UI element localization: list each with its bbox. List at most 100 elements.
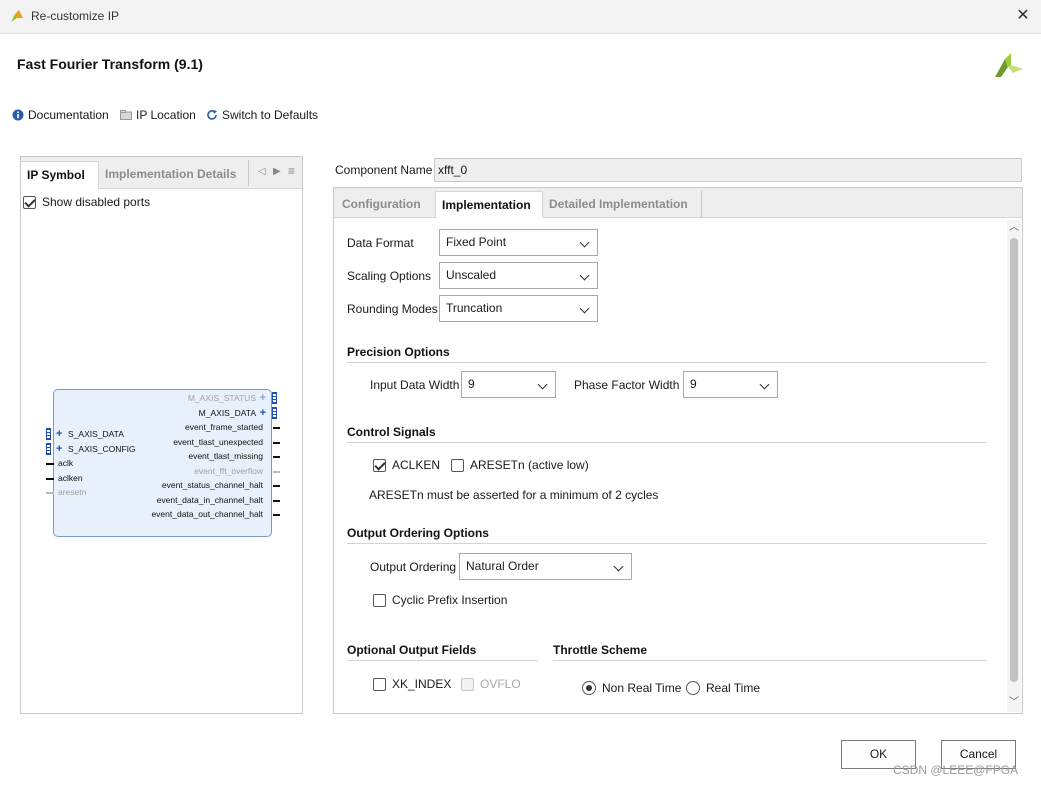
optional-output-fields-heading: Optional Output Fields	[347, 643, 477, 657]
port-label-event_tlast_missing: event_tlast_missing	[188, 451, 263, 461]
phase-factor-width-value: 9	[690, 377, 697, 391]
close-icon: ✕	[1016, 7, 1030, 24]
ovflo-checkbox: OVFLO	[461, 677, 521, 691]
section-divider	[553, 660, 987, 661]
port-pin	[46, 463, 54, 465]
xk-index-checkbox[interactable]: XK_INDEX	[373, 677, 451, 691]
cyclic-prefix-insertion-label: Cyclic Prefix Insertion	[392, 593, 508, 607]
refresh-icon	[207, 109, 217, 120]
switch-to-defaults-label: Switch to Defaults	[222, 108, 319, 122]
show-disabled-ports-checkbox[interactable]: Show disabled ports	[23, 195, 150, 209]
component-name-field[interactable]: xfft_0	[434, 158, 1022, 182]
show-disabled-ports-label: Show disabled ports	[42, 195, 151, 209]
aresetn-checkbox-box[interactable]	[451, 458, 464, 472]
output-ordering-label: Output Ordering	[370, 560, 457, 574]
documentation-label: Documentation	[28, 108, 109, 122]
tab-ip-symbol[interactable]: IP Symbol	[21, 161, 99, 189]
xk-index-checkbox-box[interactable]	[373, 677, 386, 691]
bus-expand-icon[interactable]: +	[56, 429, 62, 440]
xk-index-label: XK_INDEX	[392, 677, 452, 691]
aclken-checkbox[interactable]: ACLKEN	[373, 458, 440, 472]
phase-factor-width-label: Phase Factor Width	[574, 378, 680, 392]
port-pin	[273, 441, 280, 444]
data-format-dropdown[interactable]: Fixed Point	[439, 229, 598, 256]
aresetn-label: ARESETn (active low)	[470, 458, 589, 472]
port-label-aclk: aclk	[58, 458, 74, 468]
port-label-M_AXIS_DATA: M_AXIS_DATA	[198, 407, 256, 418]
chevron-down-icon	[613, 561, 624, 572]
port-label-event_status_channel_halt: event_status_channel_halt	[161, 480, 263, 490]
ip-symbol-panel: IP Symbol Implementation Details ◁ ▶ ≡ S…	[20, 156, 303, 714]
rounding-modes-label: Rounding Modes	[347, 302, 438, 316]
aresetn-note: ARESETn must be asserted for a minimum o…	[369, 488, 659, 502]
port-pin	[273, 427, 280, 429]
port-label-S_AXIS_CONFIG: S_AXIS_CONFIG	[68, 443, 136, 454]
aresetn-checkbox[interactable]: ARESETn (active low)	[451, 458, 589, 472]
port-label-aresetn: aresetn	[58, 487, 87, 497]
tab-menu-icon[interactable]: ≡	[288, 164, 295, 178]
tab-implementation-details[interactable]: Implementation Details	[99, 161, 242, 189]
rounding-modes-dropdown[interactable]: Truncation	[439, 295, 598, 322]
port-label-event_fft_overflow: event_fft_overflow	[194, 465, 263, 476]
precision-options-heading: Precision Options	[347, 345, 450, 359]
real-time-radio-button[interactable]	[686, 681, 700, 695]
ip-title: Fast Fourier Transform (9.1)	[17, 56, 203, 72]
input-data-width-dropdown[interactable]: 9	[461, 371, 556, 398]
scrollbar-thumb[interactable]	[1010, 238, 1018, 682]
non-real-time-radio[interactable]: Non Real Time	[582, 681, 681, 695]
scroll-down-icon[interactable]: ﹀	[1007, 696, 1021, 710]
bus-expand-icon[interactable]: +	[260, 393, 266, 404]
port-pin	[46, 477, 54, 480]
ip-location-label: IP Location	[136, 108, 196, 122]
port-label-M_AXIS_STATUS: M_AXIS_STATUS	[187, 393, 256, 403]
show-disabled-checkbox-box[interactable]	[23, 195, 36, 209]
scaling-options-value: Unscaled	[446, 268, 497, 282]
section-divider	[347, 362, 987, 363]
ovflo-checkbox-box	[461, 677, 474, 691]
bus-expand-icon[interactable]: +	[56, 443, 62, 454]
tab-scroll-right-icon[interactable]: ▶	[273, 166, 281, 177]
phase-factor-width-dropdown[interactable]: 9	[683, 371, 778, 398]
documentation-button[interactable]: Documentation	[12, 108, 109, 122]
real-time-radio[interactable]: Real Time	[686, 681, 760, 695]
title-bar: Re-customize IP ✕	[0, 0, 1041, 34]
bus-interface-icon	[272, 392, 277, 404]
ip-location-button[interactable]: IP Location	[120, 108, 196, 122]
ovflo-label: OVFLO	[480, 677, 521, 691]
scaling-options-dropdown[interactable]: Unscaled	[439, 262, 598, 289]
port-label-aclken: aclken	[58, 472, 83, 483]
tab-detailed-implementation[interactable]: Detailed Implementation	[543, 191, 694, 218]
section-divider	[347, 442, 987, 443]
aclken-label: ACLKEN	[392, 458, 441, 472]
cyclic-prefix-insertion-checkbox[interactable]: Cyclic Prefix Insertion	[373, 593, 507, 607]
ip-symbol-block: M_AXIS_STATUS + M_AXIS_DATA + event_frame_st…	[46, 389, 280, 537]
port-pin	[273, 485, 280, 487]
output-ordering-dropdown[interactable]: Natural Order	[459, 553, 632, 580]
watermark-text: CSDN @LEEE@FPGA	[893, 763, 1019, 777]
window-title: Re-customize IP	[31, 9, 120, 23]
cyclic-prefix-checkbox-box[interactable]	[373, 593, 386, 607]
close-button[interactable]: ✕	[1013, 7, 1033, 27]
bus-interface-icon	[46, 428, 51, 440]
port-label-event_data_out_channel_halt: event_data_out_channel_halt	[151, 509, 263, 519]
section-divider	[347, 660, 538, 661]
tab-scroll-left-icon[interactable]: ◁	[258, 166, 266, 177]
rounding-modes-value: Truncation	[446, 301, 503, 315]
bus-expand-icon[interactable]: +	[260, 407, 266, 418]
chevron-down-icon	[579, 303, 590, 314]
aclken-checkbox-box[interactable]	[373, 458, 386, 472]
output-ordering-value: Natural Order	[466, 559, 539, 573]
scroll-up-icon[interactable]: ︿	[1007, 221, 1021, 235]
data-format-label: Data Format	[347, 236, 414, 250]
vertical-scrollbar[interactable]: ︿ ﹀	[1007, 220, 1021, 712]
chevron-down-icon	[759, 379, 770, 390]
switch-to-defaults-button[interactable]: Switch to Defaults	[206, 108, 318, 122]
tab-implementation[interactable]: Implementation	[435, 191, 543, 218]
data-format-value: Fixed Point	[446, 235, 507, 249]
output-ordering-heading: Output Ordering Options	[347, 526, 489, 540]
control-signals-heading: Control Signals	[347, 425, 436, 439]
tab-configuration[interactable]: Configuration	[336, 191, 427, 218]
non-real-time-radio-button[interactable]	[582, 681, 596, 695]
chevron-down-icon	[579, 237, 590, 248]
component-name-label: Component Name	[335, 163, 433, 177]
